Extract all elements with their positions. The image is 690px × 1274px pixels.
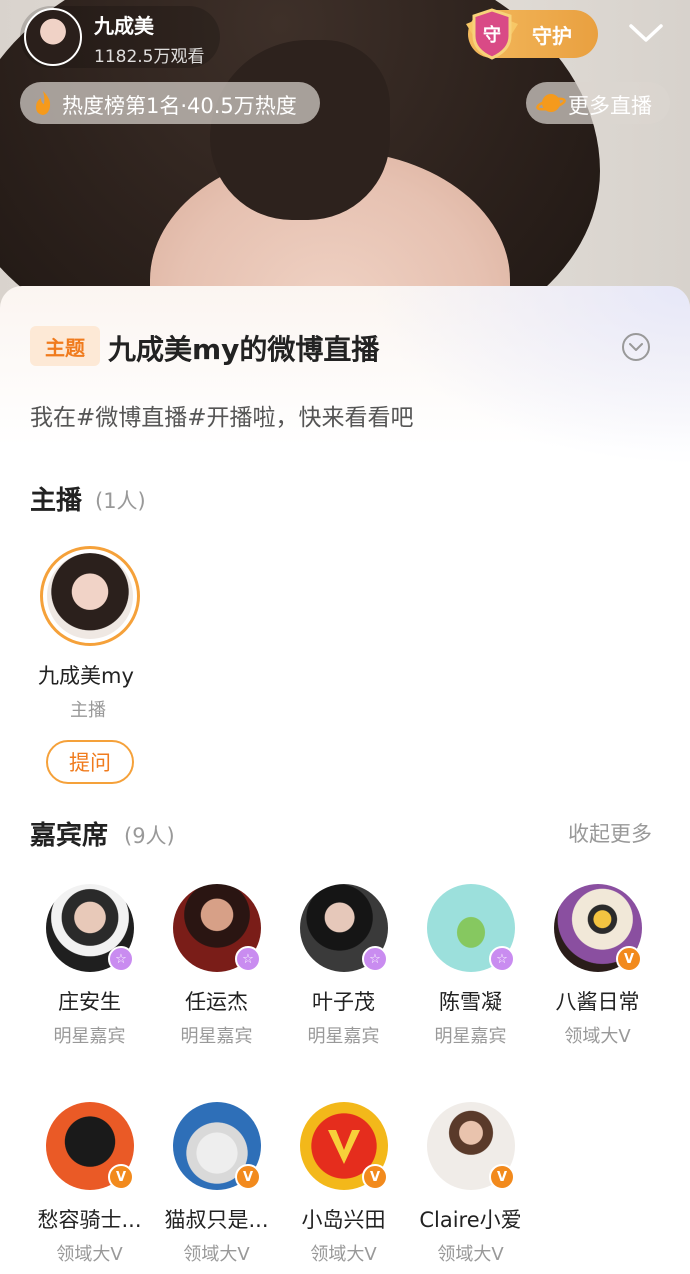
v-badge-icon: V — [235, 1164, 261, 1190]
guest-name[interactable]: 小岛兴田 — [280, 1204, 407, 1234]
heat-rank-text: 热度榜第1名·40.5万热度 — [62, 94, 297, 118]
guest-role: 领域大V — [183, 1244, 250, 1265]
expand-chevron-icon[interactable] — [621, 332, 651, 362]
more-live-label: 更多直播 — [568, 94, 652, 118]
guest-name[interactable]: 叶子茂 — [280, 986, 407, 1016]
planet-icon — [536, 94, 566, 112]
guard-shield-icon: 守 — [466, 8, 518, 60]
v-badge-icon: V — [489, 1164, 515, 1190]
star-badge-icon: ☆ — [489, 946, 515, 972]
guest-name[interactable]: 庄安生 — [26, 986, 153, 1016]
star-badge-icon: ☆ — [108, 946, 134, 972]
guest-name[interactable]: 陈雪凝 — [407, 986, 534, 1016]
guest-role: 领域大V — [564, 1026, 631, 1047]
host-avatar-image — [47, 553, 133, 639]
guest-section-title: 嘉宾席 — [30, 821, 109, 851]
star-badge-icon: ☆ — [235, 946, 261, 972]
guest-role: 明星嘉宾 — [434, 1026, 507, 1047]
v-badge-icon: V — [362, 1164, 388, 1190]
host-count: (1人) — [95, 489, 146, 513]
live-description: 我在#微博直播#开播啦，快来看看吧 — [30, 405, 414, 431]
ask-question-button[interactable]: 提问 — [46, 740, 134, 784]
host-avatar[interactable] — [40, 546, 140, 646]
guest-name[interactable]: 任运杰 — [153, 986, 280, 1016]
star-badge-icon: ☆ — [362, 946, 388, 972]
guest-name[interactable]: Claire小爱 — [407, 1204, 534, 1234]
topic-tag: 主题 — [30, 326, 100, 366]
host-section-title: 主播 — [30, 486, 83, 516]
view-count: 1182.5万观看 — [94, 47, 205, 67]
guard-label: 守护 — [532, 24, 572, 48]
host-role: 主播 — [70, 700, 106, 721]
guest-role: 领域大V — [56, 1244, 123, 1265]
guest-count: (9人) — [124, 824, 175, 848]
anchor-name[interactable]: 九成美 — [94, 10, 154, 39]
chevron-down-icon[interactable] — [626, 18, 666, 48]
v-logo-icon — [328, 1130, 360, 1164]
collapse-more-button[interactable]: 收起更多 — [568, 818, 652, 848]
guest-name[interactable]: 猫叔只是... — [153, 1204, 280, 1234]
anchor-avatar[interactable] — [24, 8, 82, 66]
guest-role: 明星嘉宾 — [53, 1026, 126, 1047]
v-badge-icon: V — [108, 1164, 134, 1190]
flame-icon — [36, 91, 51, 115]
guest-name[interactable]: 八酱日常 — [534, 986, 661, 1016]
guest-role: 领域大V — [310, 1244, 377, 1265]
live-title: 九成美my的微博直播 — [108, 333, 380, 366]
guest-name[interactable]: 愁容骑士... — [26, 1204, 153, 1234]
guest-role: 明星嘉宾 — [307, 1026, 380, 1047]
svg-text:守: 守 — [483, 24, 501, 46]
guest-role: 明星嘉宾 — [180, 1026, 253, 1047]
guest-role: 领域大V — [437, 1244, 504, 1265]
host-name[interactable]: 九成美my — [38, 660, 134, 690]
v-badge-icon: V — [616, 946, 642, 972]
